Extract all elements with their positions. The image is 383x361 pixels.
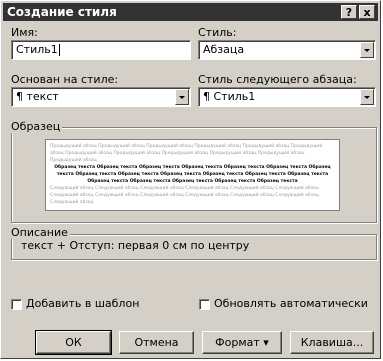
chevron-down-icon[interactable] [360,42,374,58]
cancel-button[interactable]: Отмена [119,331,194,354]
help-button[interactable]: ? [341,5,357,19]
style-type-label: Стиль: [198,26,237,39]
style-type-dropdown[interactable]: Абзаца [198,40,376,60]
preview-next-paragraph: Следующий абзац Следующий абзац Следующи… [50,186,319,205]
format-button[interactable]: Формат ▾ [202,331,282,354]
auto-update-label[interactable]: Обновлять автоматически [214,297,368,310]
style-type-value: Абзаца [203,43,245,56]
add-to-template-label[interactable]: Добавить в шаблон [26,297,139,310]
chevron-down-icon[interactable] [175,89,189,105]
shortcut-button[interactable]: Клавиша... [290,331,374,354]
name-value: Стиль1 [16,43,58,56]
based-on-label: Основан на стиле: [11,73,119,86]
description-text: текст + Отступ: первая 0 см по центру [21,239,250,252]
next-style-label: Стиль следующего абзаца: [198,73,357,86]
next-style-dropdown[interactable]: ¶ Стиль1 [198,87,376,107]
next-style-value: ¶ Стиль1 [203,90,256,103]
text-caret [58,44,60,56]
style-preview: Предыдущий абзац Предыдущий абзац Предыд… [45,139,340,211]
name-label: Имя: [11,26,38,39]
chevron-down-icon[interactable] [360,89,374,105]
description-label: Описание [9,226,70,239]
name-input[interactable]: Стиль1 [11,40,191,60]
title-bar[interactable]: Создание стиля ? x [3,3,378,21]
close-button[interactable]: x [359,5,375,19]
create-style-dialog: Создание стиля ? x Имя: Стиль1 Стиль: Аб… [0,0,381,359]
auto-update-checkbox[interactable] [199,299,210,310]
add-to-template-checkbox[interactable] [11,299,22,310]
dialog-title: Создание стиля [7,5,117,19]
sample-group-label: Образец [9,120,63,133]
ok-button[interactable]: ОК [35,330,112,355]
based-on-value: ¶ текст [16,90,59,103]
preview-sample-text: Образец текста Образец текста Образец те… [54,165,331,184]
based-on-dropdown[interactable]: ¶ текст [11,87,191,107]
preview-previous-paragraph: Предыдущий абзац Предыдущий абзац Предыд… [50,144,323,163]
